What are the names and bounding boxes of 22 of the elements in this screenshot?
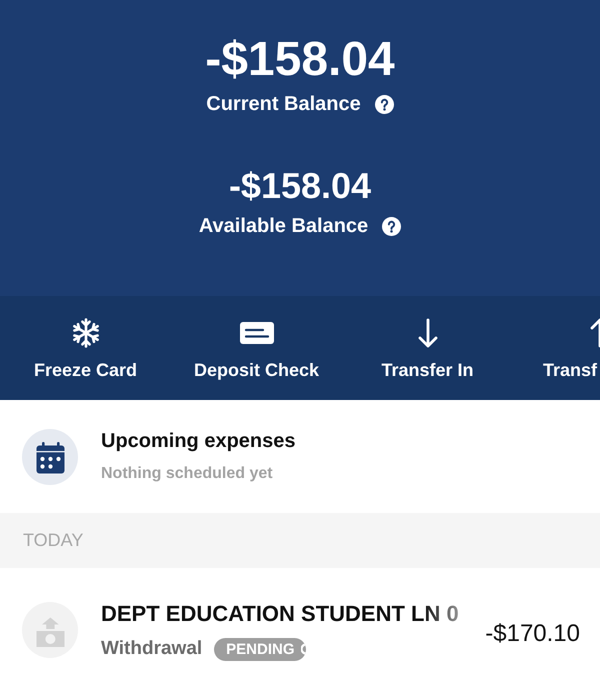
action-button[interactable]: Freeze Card: [0, 296, 171, 382]
balance-label: Current Balance: [206, 92, 361, 117]
balance-label: Available Balance: [198, 214, 368, 239]
transaction-title: DEPT EDUCATION STUDENT LN 0: [101, 600, 459, 628]
balance-amount: -$158.04: [228, 164, 372, 208]
status-badge: PENDING: [214, 638, 306, 660]
transaction-amount: -$170.10: [485, 618, 580, 648]
action-button[interactable]: Deposit Check: [171, 296, 342, 382]
upcoming-subtitle: Nothing scheduled yet: [101, 464, 274, 484]
date-header: TODAY: [0, 513, 600, 568]
card-icon: [240, 322, 274, 344]
help-icon[interactable]: [374, 94, 394, 114]
arrow-up-icon: [589, 318, 600, 348]
transaction-type: Withdrawal: [101, 637, 202, 661]
action-button[interactable]: Transf: [513, 296, 600, 382]
help-icon[interactable]: [382, 216, 402, 236]
arrow-down-icon: [416, 318, 438, 348]
upcoming-title: Upcoming expenses: [101, 429, 296, 454]
calendar-icon: [22, 428, 78, 484]
action-button[interactable]: Transfer In: [342, 296, 513, 382]
ring-icon: [300, 643, 306, 655]
balance-amount: -$158.04: [205, 32, 395, 88]
